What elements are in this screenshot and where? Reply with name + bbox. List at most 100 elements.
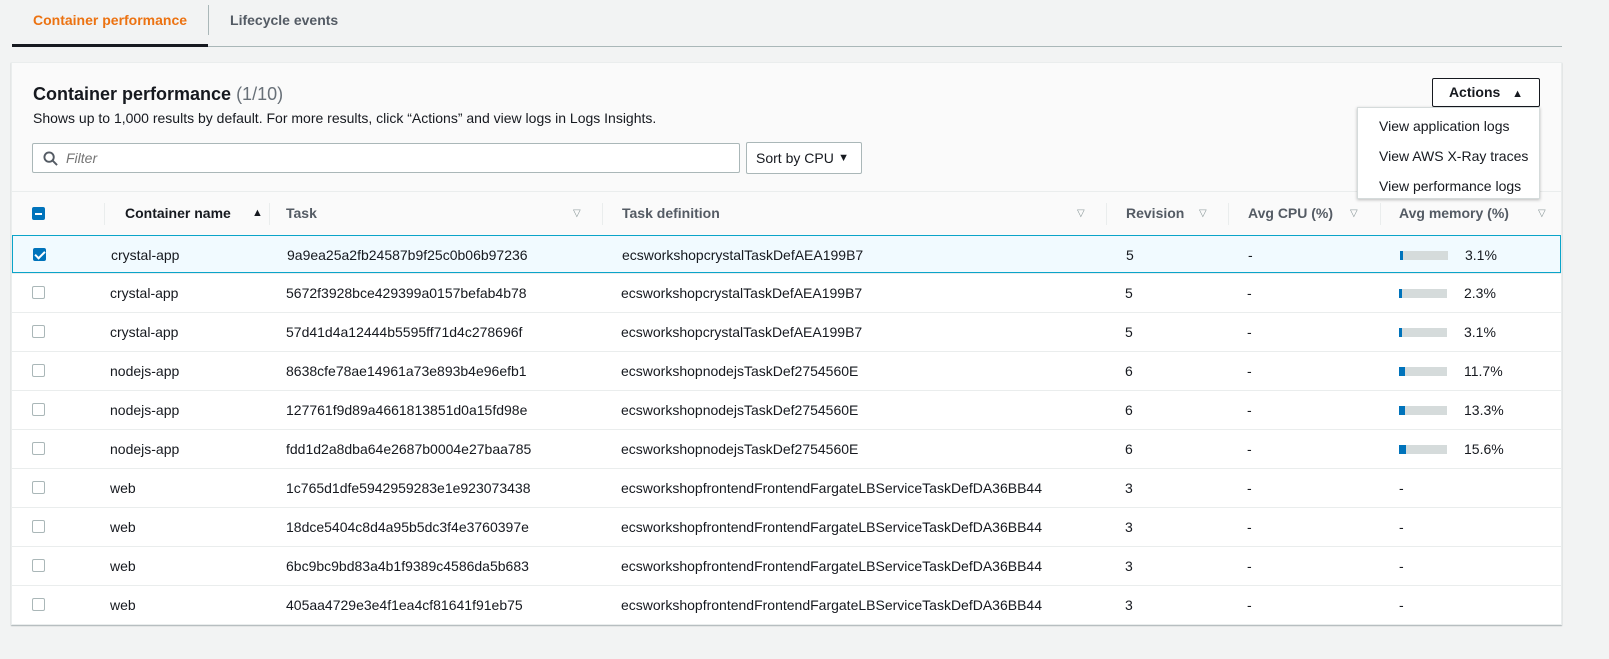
container-name: web [110, 519, 136, 535]
task-id[interactable]: 5672f3928bce429399a0157befab4b78 [286, 274, 527, 312]
table-header: Container name ▲ Task ▽ Task definition … [12, 191, 1561, 234]
avg-memory: 3.1% [1464, 324, 1496, 340]
row-checkbox[interactable] [32, 598, 45, 611]
memory-progress-bar [1399, 367, 1447, 376]
task-id[interactable]: 1c765d1dfe5942959283e1e923073438 [286, 469, 530, 507]
row-checkbox[interactable] [32, 286, 45, 299]
actions-label: Actions [1448, 84, 1501, 100]
task-definition[interactable]: ecsworkshopfrontendFrontendFargateLBServ… [621, 469, 1042, 507]
task-id[interactable]: fdd1d2a8dba64e2687b0004e27baa785 [286, 430, 531, 468]
tab-lifecycle-events[interactable]: Lifecycle events [209, 0, 359, 47]
task-definition[interactable]: ecsworkshopfrontendFrontendFargateLBServ… [621, 586, 1042, 624]
task-id[interactable]: 18dce5404c8d4a95b5dc3f4e3760397e [286, 508, 529, 546]
task-definition[interactable]: ecsworkshopnodejsTaskDef2754560E [621, 352, 858, 390]
avg-cpu: - [1247, 324, 1252, 340]
table-row[interactable]: web 1c765d1dfe5942959283e1e923073438 ecs… [12, 468, 1561, 507]
select-all-checkbox[interactable] [32, 207, 45, 220]
revision: 3 [1125, 558, 1133, 574]
avg-memory: 13.3% [1464, 402, 1504, 418]
column-divider [1380, 203, 1381, 225]
column-header-revision[interactable]: Revision [1126, 192, 1184, 235]
container-name: web [110, 558, 136, 574]
container-name: nodejs-app [110, 363, 180, 379]
task-id[interactable]: 127761f9d89a4661813851d0a15fd98e [286, 391, 527, 429]
avg-memory: - [1399, 480, 1404, 496]
menu-item-view-xray-traces[interactable]: View AWS X-Ray traces [1358, 144, 1539, 174]
container-name: crystal-app [110, 285, 179, 301]
memory-progress-bar [1399, 289, 1447, 298]
task-definition[interactable]: ecsworkshopfrontendFrontendFargateLBServ… [621, 547, 1042, 585]
avg-cpu: - [1248, 247, 1253, 263]
table-row[interactable]: crystal-app 5672f3928bce429399a0157befab… [12, 273, 1561, 312]
revision: 6 [1125, 363, 1133, 379]
container-name: nodejs-app [110, 441, 180, 457]
memory-progress-bar [1400, 251, 1448, 260]
task-id[interactable]: 405aa4729e3e4f1ea4cf81641f91eb75 [286, 586, 523, 624]
row-checkbox[interactable] [32, 520, 45, 533]
row-checkbox[interactable] [32, 442, 45, 455]
task-definition[interactable]: ecsworkshopnodejsTaskDef2754560E [621, 391, 858, 429]
column-divider [602, 203, 603, 225]
sort-select[interactable]: Sort by CPU ▼ [746, 142, 862, 174]
search-icon [43, 150, 58, 166]
column-header-avg-cpu[interactable]: Avg CPU (%) [1248, 192, 1333, 235]
revision: 3 [1125, 480, 1133, 496]
caret-up-icon: ▲ [1512, 88, 1524, 100]
column-header-task-definition[interactable]: Task definition [622, 192, 720, 235]
avg-cpu: - [1247, 441, 1252, 457]
task-id[interactable]: 8638cfe78ae14961a73e893b4e96efb1 [286, 352, 527, 390]
task-id[interactable]: 9a9ea25a2fb24587b9f25c0b06b97236 [287, 236, 528, 274]
table-row[interactable]: web 405aa4729e3e4f1ea4cf81641f91eb75 ecs… [12, 585, 1561, 624]
avg-memory: - [1399, 558, 1404, 574]
revision: 5 [1126, 247, 1134, 263]
row-checkbox[interactable] [33, 248, 46, 261]
task-definition[interactable]: ecsworkshopcrystalTaskDefAEA199B7 [621, 274, 862, 312]
avg-memory: 2.3% [1464, 285, 1496, 301]
container-performance-panel: Container performance (1/10) Shows up to… [11, 62, 1562, 625]
actions-button[interactable]: Actions ▲ [1432, 78, 1540, 107]
avg-cpu: - [1247, 285, 1252, 301]
avg-memory: 11.7% [1464, 363, 1503, 379]
caret-down-icon: ▼ [838, 152, 849, 164]
menu-item-view-application-logs[interactable]: View application logs [1358, 114, 1539, 144]
revision: 6 [1125, 441, 1133, 457]
container-name: crystal-app [110, 324, 179, 340]
avg-memory: - [1399, 597, 1404, 613]
row-checkbox[interactable] [32, 325, 45, 338]
menu-item-view-performance-logs[interactable]: View performance logs [1358, 174, 1539, 204]
avg-cpu: - [1247, 480, 1252, 496]
filter-field[interactable] [32, 143, 740, 173]
sort-ascending-icon[interactable]: ▲ [252, 192, 263, 235]
filter-input[interactable] [66, 150, 716, 166]
container-name: nodejs-app [110, 402, 180, 418]
column-header-task[interactable]: Task [286, 192, 317, 235]
column-header-container-name[interactable]: Container name [125, 192, 231, 235]
sort-icon[interactable]: ▽ [1077, 192, 1085, 235]
task-definition[interactable]: ecsworkshopcrystalTaskDefAEA199B7 [621, 313, 862, 351]
memory-progress-bar [1399, 328, 1447, 337]
table-row[interactable]: nodejs-app fdd1d2a8dba64e2687b0004e27baa… [12, 429, 1561, 468]
row-checkbox[interactable] [32, 364, 45, 377]
sort-icon[interactable]: ▽ [1199, 192, 1207, 235]
table-row[interactable]: crystal-app 57d41d4a12444b5595ff71d4c278… [12, 312, 1561, 351]
task-id[interactable]: 57d41d4a12444b5595ff71d4c278696f [286, 313, 522, 351]
row-checkbox[interactable] [32, 559, 45, 572]
revision: 5 [1125, 285, 1133, 301]
container-name: web [110, 597, 136, 613]
column-divider [1228, 203, 1229, 225]
table-row[interactable]: nodejs-app 8638cfe78ae14961a73e893b4e96e… [12, 351, 1561, 390]
row-checkbox[interactable] [32, 403, 45, 416]
sort-icon[interactable]: ▽ [573, 192, 581, 235]
table-row[interactable]: nodejs-app 127761f9d89a4661813851d0a15fd… [12, 390, 1561, 429]
task-definition[interactable]: ecsworkshopfrontendFrontendFargateLBServ… [621, 508, 1042, 546]
table-row[interactable]: crystal-app 9a9ea25a2fb24587b9f25c0b06b9… [12, 235, 1561, 273]
row-checkbox[interactable] [32, 481, 45, 494]
tab-container-performance[interactable]: Container performance [12, 0, 209, 47]
task-id[interactable]: 6bc9bc9bd83a4b1f9389c4586da5b683 [286, 547, 529, 585]
avg-cpu: - [1247, 558, 1252, 574]
table-row[interactable]: web 6bc9bc9bd83a4b1f9389c4586da5b683 ecs… [12, 546, 1561, 585]
revision: 3 [1125, 519, 1133, 535]
task-definition[interactable]: ecsworkshopcrystalTaskDefAEA199B7 [622, 236, 863, 274]
table-row[interactable]: web 18dce5404c8d4a95b5dc3f4e3760397e ecs… [12, 507, 1561, 546]
task-definition[interactable]: ecsworkshopnodejsTaskDef2754560E [621, 430, 858, 468]
